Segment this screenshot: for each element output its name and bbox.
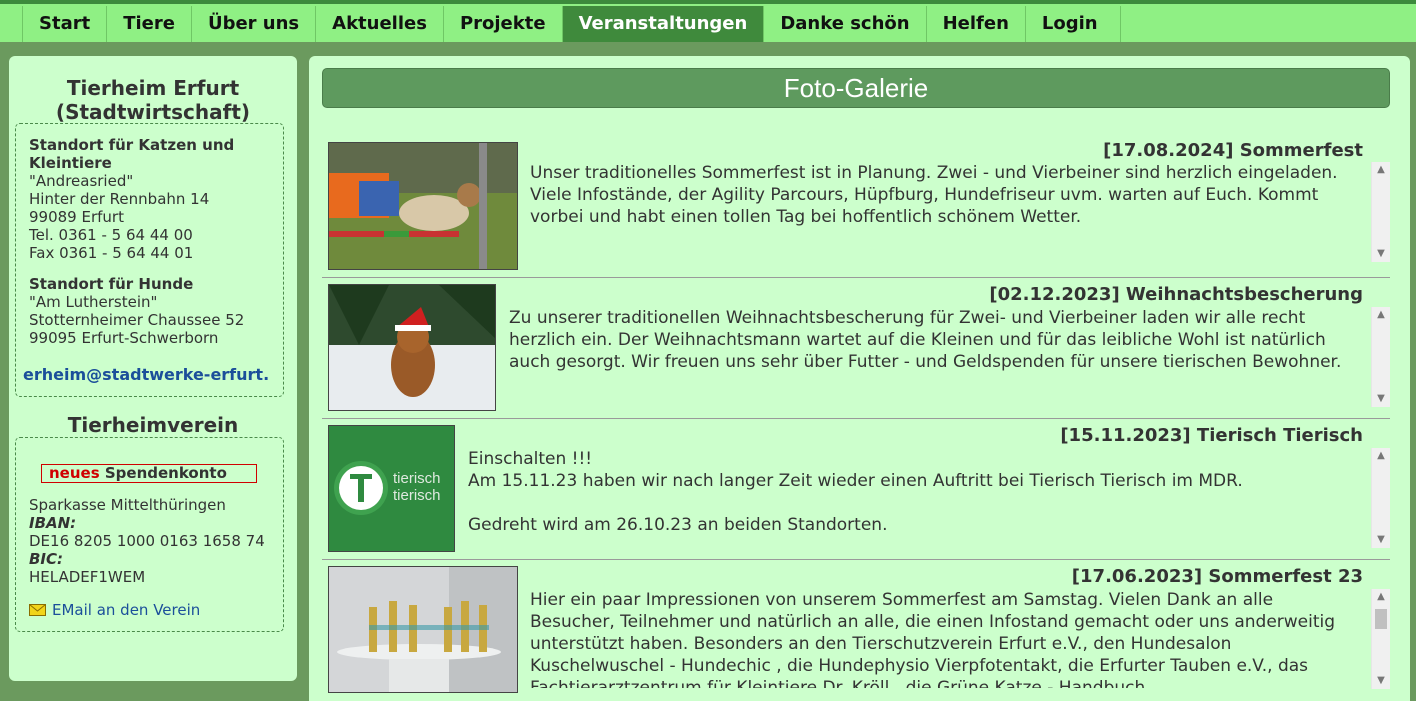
main-content: Foto-Galerie [17.08.2024] Sommerfest Uns…: [309, 56, 1410, 701]
verein-box: neues Spendenkonto Sparkasse Mittelthüri…: [15, 437, 284, 632]
bank-details: Sparkasse Mittelthüringen IBAN: DE16 820…: [29, 496, 279, 586]
locations-box: Standort für Katzen und Kleintiere "Andr…: [15, 123, 284, 397]
scroll-down-icon[interactable]: ▼: [1372, 534, 1390, 546]
tierisch-logo-text: tierisch tierisch: [393, 470, 441, 504]
event-title: [17.06.2023] Sommerfest 23: [1071, 566, 1363, 587]
event-title: [17.08.2024] Sommerfest: [1103, 140, 1363, 161]
location-cats-street: Hinter der Rennbahn 14: [29, 190, 210, 208]
location-dogs-street: Stotternheimer Chaussee 52: [29, 311, 245, 329]
event-photo-christmas-dog[interactable]: [328, 284, 496, 411]
location-dogs-heading: Standort für Hunde: [29, 275, 194, 293]
gallery-banner: Foto-Galerie: [322, 68, 1390, 108]
konto-new-label: neues: [49, 464, 100, 482]
spendenkonto-label: neues Spendenkonto: [41, 464, 257, 483]
sidebar-title-line2: (Stadtwirtschaft): [55, 100, 251, 124]
mail-verein-row[interactable]: EMail an den Verein: [29, 601, 279, 619]
event-scrollbar[interactable]: ▲ ▼: [1371, 589, 1390, 689]
location-dogs-name: "Am Lutherstein": [29, 293, 158, 311]
iban-label: IBAN:: [29, 514, 77, 532]
bank-name: Sparkasse Mittelthüringen: [29, 496, 226, 514]
location-cats-heading: Standort für Katzen und Kleintiere: [29, 136, 235, 172]
location-cats-fax: Fax 0361 - 5 64 44 01: [29, 244, 194, 262]
event-item: [02.12.2023] Weihnachtsbescherung Zu uns…: [322, 278, 1390, 419]
event-photo-agility-dog[interactable]: [328, 142, 518, 270]
location-cats-tel: Tel. 0361 - 5 64 44 00: [29, 226, 193, 244]
bic-value: HELADEF1WEM: [29, 568, 146, 586]
nav-menu: Start Tiere Über uns Aktuelles Projekte …: [22, 6, 1121, 42]
verein-title: Tierheimverein: [67, 413, 239, 437]
scroll-down-icon[interactable]: ▼: [1372, 248, 1390, 260]
event-title: [02.12.2023] Weihnachtsbescherung: [989, 284, 1363, 305]
location-cats-name: "Andreasried": [29, 172, 134, 190]
christmas-dog-image: [329, 285, 495, 410]
sidebar-title-line1: Tierheim Erfurt: [66, 76, 240, 100]
nav-item-aktuelles[interactable]: Aktuelles: [316, 6, 444, 42]
nav-item-start[interactable]: Start: [23, 6, 108, 42]
envelope-icon: [29, 604, 46, 616]
scroll-up-icon[interactable]: ▲: [1372, 309, 1390, 321]
nav-item-tiere[interactable]: Tiere: [107, 6, 192, 42]
event-item: [17.08.2024] Sommerfest Unser traditione…: [322, 134, 1390, 278]
location-cats: Standort für Katzen und Kleintiere "Andr…: [29, 136, 279, 262]
nav-top-border: [0, 0, 1416, 4]
scroll-up-icon[interactable]: ▲: [1372, 450, 1390, 462]
email-link[interactable]: erheim@stadtwerke-erfurt.: [23, 366, 285, 384]
location-cats-city: 99089 Erfurt: [29, 208, 124, 226]
scroll-thumb[interactable]: [1375, 609, 1387, 629]
tierisch-logo-text-2: tierisch: [393, 487, 441, 504]
event-scrollbar[interactable]: ▲ ▼: [1371, 162, 1390, 262]
event-text: Einschalten !!! Am 15.11.23 haben wir na…: [468, 449, 1243, 535]
event-text: Unser traditionelles Sommerfest ist in P…: [530, 163, 1338, 227]
sidebar-title: Tierheim Erfurt (Stadtwirtschaft): [9, 76, 297, 124]
scroll-down-icon[interactable]: ▼: [1372, 675, 1390, 687]
event-text: Hier ein paar Impressionen von unserem S…: [530, 590, 1336, 688]
nav-item-projekte[interactable]: Projekte: [444, 6, 563, 42]
event-text: Zu unserer traditionellen Weihnachtsbesc…: [509, 308, 1342, 372]
nav-item-helfen[interactable]: Helfen: [927, 6, 1026, 42]
scroll-down-icon[interactable]: ▼: [1372, 393, 1390, 405]
konto-label: Spendenkonto: [104, 464, 227, 482]
scroll-up-icon[interactable]: ▲: [1372, 591, 1390, 603]
bic-label: BIC:: [29, 550, 64, 568]
sidebar: Tierheim Erfurt (Stadtwirtschaft) Stando…: [9, 56, 297, 681]
mail-verein-link[interactable]: EMail an den Verein: [52, 601, 200, 619]
event-photo-trophies[interactable]: [328, 566, 518, 693]
event-title: [15.11.2023] Tierisch Tierisch: [1060, 425, 1363, 446]
nav-item-login[interactable]: Login: [1026, 6, 1121, 42]
scroll-up-icon[interactable]: ▲: [1372, 164, 1390, 176]
iban-value: DE16 8205 1000 0163 1658 74: [29, 532, 265, 550]
agility-dog-image: [329, 143, 517, 269]
event-item: tierisch tierisch [15.11.2023] Tierisch …: [322, 419, 1390, 560]
location-dogs: Standort für Hunde "Am Lutherstein" Stot…: [29, 275, 279, 347]
top-navigation: Start Tiere Über uns Aktuelles Projekte …: [0, 0, 1416, 42]
event-scrollbar[interactable]: ▲ ▼: [1371, 448, 1390, 548]
nav-item-veranstaltungen[interactable]: Veranstaltungen: [562, 6, 765, 42]
nav-item-ueber-uns[interactable]: Über uns: [192, 6, 317, 42]
trophies-image: [329, 567, 517, 692]
location-dogs-city: 99095 Erfurt-Schwerborn: [29, 329, 219, 347]
event-item: [17.06.2023] Sommerfest 23 Hier ein paar…: [322, 560, 1390, 701]
event-photo-tierisch-logo[interactable]: tierisch tierisch: [328, 425, 455, 552]
event-scrollbar[interactable]: ▲ ▼: [1371, 307, 1390, 407]
nav-item-danke-schoen[interactable]: Danke schön: [764, 6, 927, 42]
tierisch-logo-text-1: tierisch: [393, 470, 441, 487]
